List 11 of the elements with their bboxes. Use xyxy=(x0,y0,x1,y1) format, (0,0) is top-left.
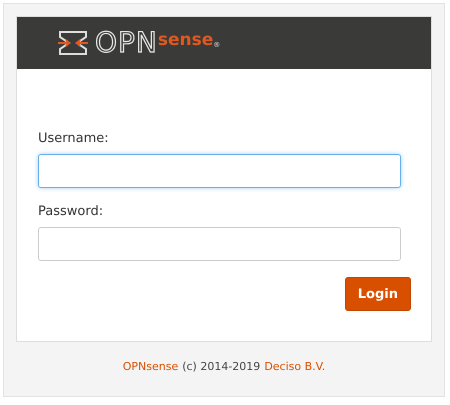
field-label: Username: xyxy=(38,131,110,146)
logo-text: sense xyxy=(158,32,214,49)
logo-text: OPN xyxy=(95,29,158,57)
copyright-text: (c) 2014-2019 xyxy=(182,360,260,373)
company-link[interactable]: Deciso B.V. xyxy=(264,360,326,373)
input-field[interactable] xyxy=(38,154,401,188)
logo-icon xyxy=(57,30,89,56)
input-field[interactable] xyxy=(38,227,401,261)
login-button[interactable]: Login xyxy=(344,277,411,311)
field-label: Password: xyxy=(38,204,104,219)
product-link[interactable]: OPNsense xyxy=(122,360,178,373)
